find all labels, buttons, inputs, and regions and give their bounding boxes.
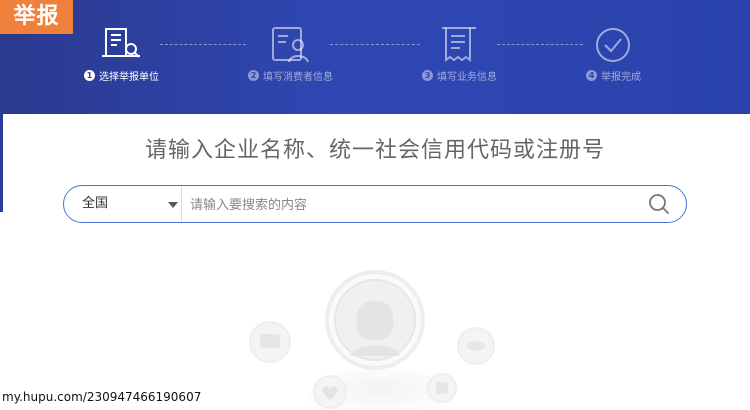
chevron-down-icon[interactable] xyxy=(168,202,178,208)
step-number: 4 xyxy=(586,69,597,81)
step-1: 1 选择举报单位 xyxy=(84,67,159,83)
building-search-icon xyxy=(100,22,146,68)
search-bar: 全国 xyxy=(63,185,687,223)
region-value: 全国 xyxy=(82,196,109,211)
report-tag: 举报 xyxy=(0,0,73,34)
step-2: 2 填写消费者信息 xyxy=(248,67,333,83)
step-connector xyxy=(160,44,246,45)
user-form-icon xyxy=(268,22,314,68)
step-number: 1 xyxy=(84,69,95,81)
search-icon[interactable] xyxy=(648,193,670,215)
step-4: 4 举报完成 xyxy=(586,67,641,83)
report-page: 举报 1 选择举报单位 2 填写消费者信息 3 填写业务信息 4 举报完成 请输… xyxy=(0,0,750,410)
region-select[interactable]: 全国 xyxy=(82,186,180,222)
search-divider xyxy=(181,186,182,222)
step-connector xyxy=(330,44,420,45)
check-circle-icon xyxy=(590,22,636,68)
step-label: 选择举报单位 xyxy=(99,71,159,83)
step-label: 填写业务信息 xyxy=(437,71,497,83)
step-label: 填写消费者信息 xyxy=(263,71,333,83)
customer-service-illustration xyxy=(230,260,530,410)
step-number: 2 xyxy=(248,69,259,81)
receipt-icon xyxy=(436,22,482,68)
search-input[interactable] xyxy=(188,190,632,220)
watermark-text: my.hupu.com/230947466190607 xyxy=(2,390,202,404)
step-number: 3 xyxy=(422,69,433,81)
step-3: 3 填写业务信息 xyxy=(422,67,497,83)
step-label: 举报完成 xyxy=(601,71,641,83)
step-connector xyxy=(497,44,583,45)
page-title: 请输入企业名称、统一社会信用代码或注册号 xyxy=(144,138,605,163)
